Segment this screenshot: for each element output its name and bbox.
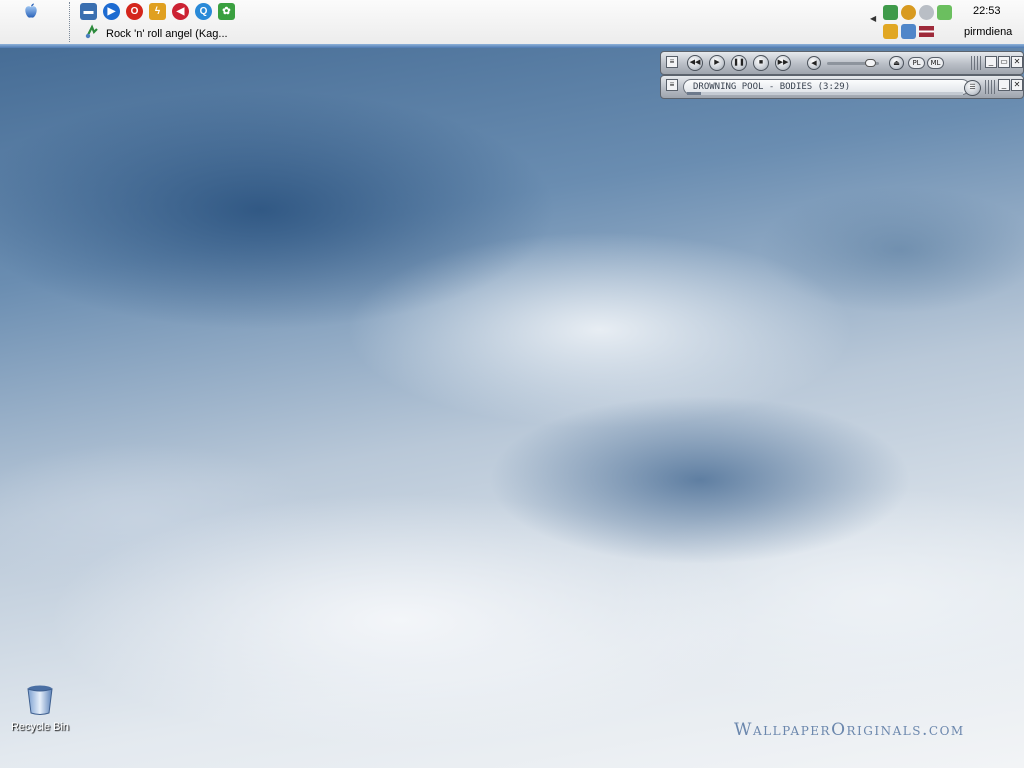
winamp-menu-icon-2[interactable]: ≡ [666,79,678,91]
window-grip-2[interactable] [985,80,995,94]
taskbar-task-winamp[interactable]: Rock 'n' roll angel (Kag... [84,24,228,43]
winamp-tray-icon[interactable] [883,24,898,39]
day-of-week: pirmdiena [964,26,1013,38]
disconnected-icon[interactable] [919,5,934,20]
menubar-separator [69,2,70,42]
seek-progress [687,92,701,95]
winamp-icon[interactable]: ϟ [149,3,166,20]
messenger-icon[interactable]: ✿ [218,3,235,20]
track-display[interactable]: DROWNING POOL - BODIES (3:29) [683,79,970,95]
opera-browser-icon[interactable]: O [126,3,143,20]
winamp-menu-icon[interactable]: ≡ [666,56,678,68]
recycle-bin[interactable]: Recycle Bin [8,684,72,733]
wallpaper-watermark: WallpaperOriginals.com [734,720,965,740]
apple-logo-icon[interactable] [22,2,40,20]
window-grip[interactable] [971,56,981,70]
latvian-flag-icon[interactable] [919,26,934,37]
pause-icon[interactable]: ❚❚ [731,55,747,71]
show-desktop-icon[interactable]: ▬ [80,3,97,20]
stop-icon[interactable]: ■ [753,55,769,71]
close-button-2[interactable]: ✕ [1011,79,1023,91]
search-icon[interactable]: Q [195,3,212,20]
volume-knob[interactable] [865,59,877,67]
menubar-accent-line [0,44,1024,48]
track-title: DROWNING POOL - BODIES (3:29) [693,82,851,92]
top-menubar: ▬ ▶ Oϟ ◀ Q ✿ Rock 'n' roll angel (Kag... ◀ 22… [0,0,1024,46]
tray-expand-icon[interactable]: ◀ [870,14,876,23]
media-library-toggle-button[interactable]: ML [927,57,944,69]
close-button[interactable]: ✕ [1011,56,1023,68]
msn-buddy-icon[interactable] [883,5,898,20]
recycle-bin-icon [25,685,55,719]
eject-icon[interactable]: ⏏ [889,56,904,70]
minimize-button[interactable]: _ [985,56,997,68]
next-icon[interactable]: ▶▶ [775,55,791,71]
seek-bar[interactable] [687,92,963,95]
shade-button[interactable]: ▭ [998,56,1010,68]
winamp-main-window[interactable]: ≡ ◀◀ ▶ ❚❚ ■ ▶▶ ◀ ⏏ PL ML _ ▭ ✕ [660,51,1024,75]
mute-speaker-icon[interactable]: ◀ [172,3,189,20]
task-label: Rock 'n' roll angel (Kag... [106,27,228,40]
globe-network-icon[interactable] [901,5,916,20]
recycle-bin-label: Recycle Bin [10,721,70,733]
previous-icon[interactable]: ◀◀ [687,55,703,71]
menu-list-icon[interactable]: ☰ [964,80,981,96]
network-computers-icon[interactable] [901,24,916,39]
playlist-toggle-button[interactable]: PL [908,57,925,69]
volume-slider[interactable] [827,59,879,67]
volume-icon[interactable]: ◀ [807,56,821,70]
clock[interactable]: 22:53 [973,5,1001,17]
winamp-task-icon [84,24,100,43]
links-icon[interactable] [937,5,952,20]
winamp-display-window[interactable]: ≡ DROWNING POOL - BODIES (3:29) ☰ _ ✕ [660,75,1024,99]
minimize-button-2[interactable]: _ [998,79,1010,91]
media-player-icon[interactable]: ▶ [103,3,120,20]
play-icon[interactable]: ▶ [709,55,725,71]
